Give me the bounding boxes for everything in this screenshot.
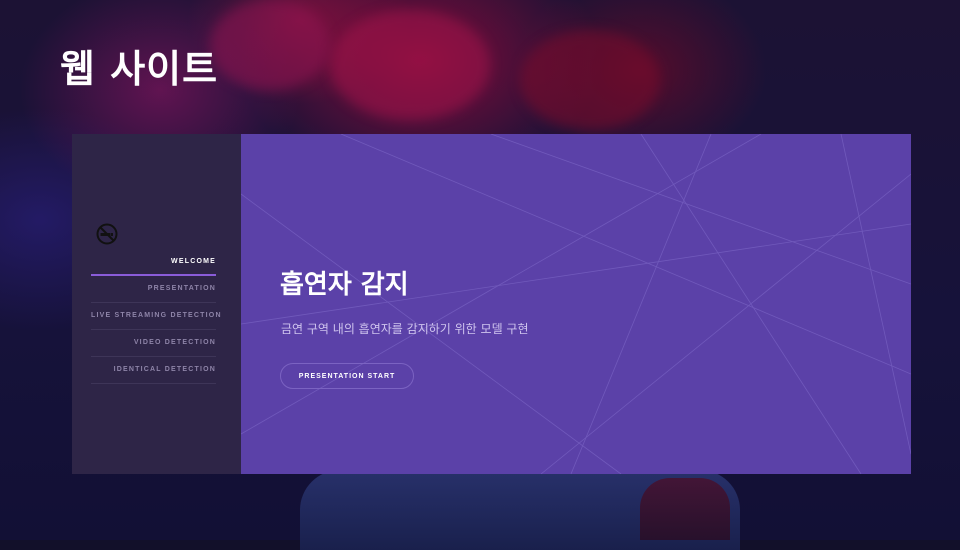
shoe-decoration (640, 478, 730, 540)
no-smoking-icon (96, 223, 118, 245)
presentation-start-button[interactable]: PRESENTATION START (280, 363, 414, 389)
sidebar: WELCOME PRESENTATION LIVE STREAMING DETE… (72, 134, 241, 474)
website-preview: WELCOME PRESENTATION LIVE STREAMING DETE… (72, 134, 911, 474)
sidebar-item-welcome[interactable]: WELCOME (91, 249, 216, 276)
hero-title: 흡연자 감지 (280, 270, 409, 300)
sidebar-item-identical-detection[interactable]: IDENTICAL DETECTION (91, 357, 216, 384)
smoke-decoration (330, 10, 490, 120)
smoke-decoration (520, 30, 660, 130)
decorative-lines (241, 134, 911, 474)
sidebar-item-video-detection[interactable]: VIDEO DETECTION (91, 330, 216, 357)
smoke-decoration (210, 0, 330, 90)
sidebar-item-presentation[interactable]: PRESENTATION (91, 276, 216, 303)
sidebar-item-live-streaming-detection[interactable]: LIVE STREAMING DETECTION (91, 303, 221, 330)
sidebar-nav: WELCOME PRESENTATION LIVE STREAMING DETE… (91, 249, 221, 384)
slide-title: 웹 사이트 (60, 47, 219, 91)
hero-subtitle: 금연 구역 내의 흡연자를 감지하기 위한 모델 구현 (281, 322, 529, 336)
hero-section: 흡연자 감지 금연 구역 내의 흡연자를 감지하기 위한 모델 구현 PRESE… (241, 134, 911, 474)
